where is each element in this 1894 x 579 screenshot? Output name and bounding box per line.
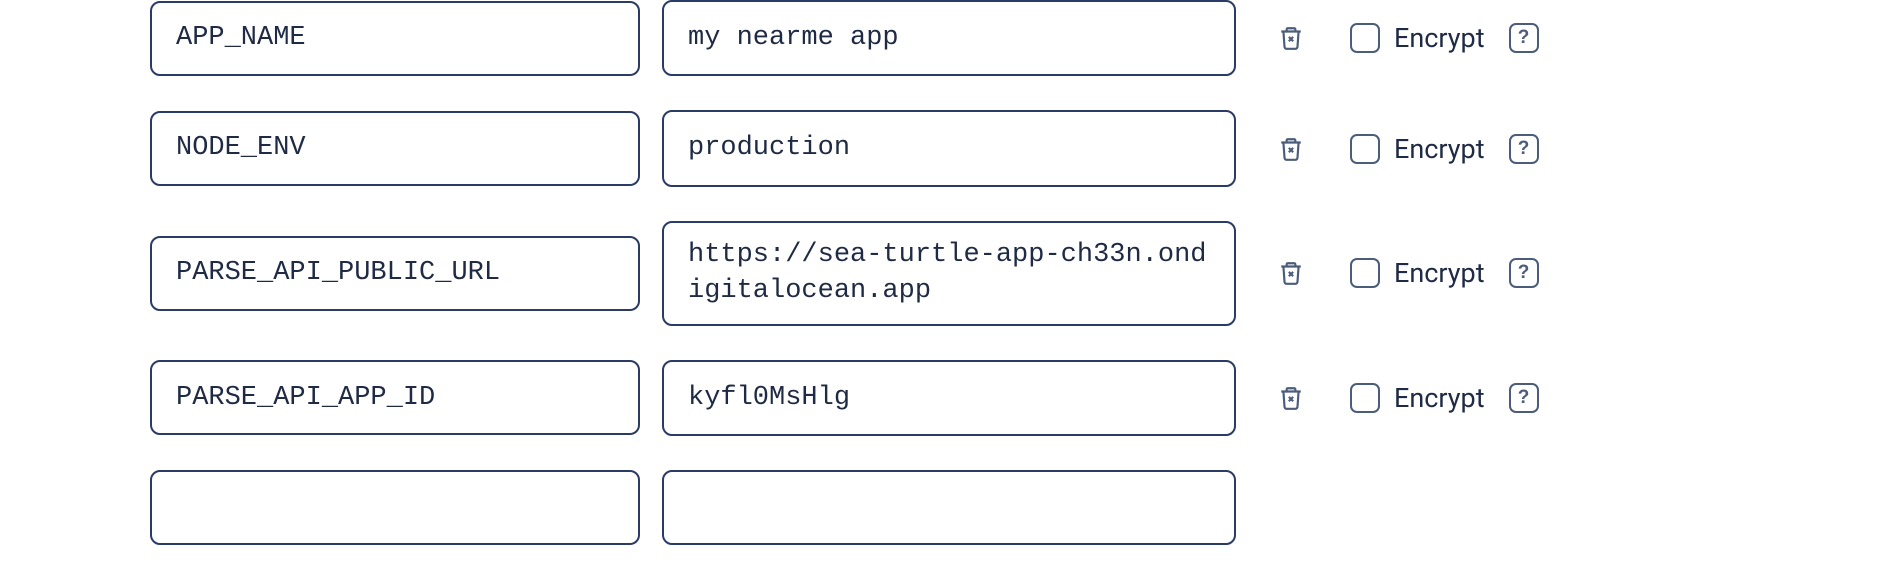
- env-row: APP_NAME my nearme app Encrypt ?: [150, 0, 1744, 76]
- encrypt-help-button[interactable]: ?: [1509, 134, 1539, 164]
- encrypt-help-button[interactable]: ?: [1509, 383, 1539, 413]
- trash-icon: [1278, 135, 1304, 163]
- encrypt-help-button[interactable]: ?: [1509, 258, 1539, 288]
- encrypt-label: Encrypt: [1394, 257, 1485, 289]
- trash-icon: [1278, 259, 1304, 287]
- trash-icon: [1278, 384, 1304, 412]
- env-key-input[interactable]: APP_NAME: [150, 1, 640, 76]
- encrypt-group: Encrypt ?: [1350, 133, 1539, 165]
- encrypt-checkbox[interactable]: [1350, 383, 1380, 413]
- env-key-input[interactable]: PARSE_API_APP_ID: [150, 360, 640, 435]
- env-row: PARSE_API_APP_ID kyfl0MsHlg Encrypt ?: [150, 360, 1744, 436]
- env-value-input[interactable]: [662, 470, 1236, 545]
- env-row: NODE_ENV production Encrypt ?: [150, 110, 1744, 186]
- encrypt-label: Encrypt: [1394, 382, 1485, 414]
- encrypt-group: Encrypt ?: [1350, 382, 1539, 414]
- env-variables-list: APP_NAME my nearme app Encrypt ? NODE_EN…: [0, 0, 1894, 545]
- encrypt-checkbox[interactable]: [1350, 258, 1380, 288]
- env-key-input[interactable]: PARSE_API_PUBLIC_URL: [150, 236, 640, 311]
- encrypt-help-button[interactable]: ?: [1509, 23, 1539, 53]
- encrypt-group: Encrypt ?: [1350, 257, 1539, 289]
- env-value-input[interactable]: my nearme app: [662, 0, 1236, 76]
- env-key-input[interactable]: NODE_ENV: [150, 111, 640, 186]
- delete-button[interactable]: [1276, 258, 1306, 288]
- env-value-input[interactable]: kyfl0MsHlg: [662, 360, 1236, 436]
- encrypt-label: Encrypt: [1394, 22, 1485, 54]
- trash-icon: [1278, 24, 1304, 52]
- env-value-input[interactable]: production: [662, 110, 1236, 186]
- env-row: PARSE_API_PUBLIC_URL https://sea-turtle-…: [150, 221, 1744, 326]
- delete-button[interactable]: [1276, 383, 1306, 413]
- env-key-input[interactable]: [150, 470, 640, 545]
- encrypt-label: Encrypt: [1394, 133, 1485, 165]
- delete-button[interactable]: [1276, 23, 1306, 53]
- encrypt-checkbox[interactable]: [1350, 23, 1380, 53]
- encrypt-group: Encrypt ?: [1350, 22, 1539, 54]
- delete-button[interactable]: [1276, 134, 1306, 164]
- encrypt-checkbox[interactable]: [1350, 134, 1380, 164]
- env-value-input[interactable]: https://sea-turtle-app-ch33n.ondigitaloc…: [662, 221, 1236, 326]
- env-row: [150, 470, 1744, 545]
